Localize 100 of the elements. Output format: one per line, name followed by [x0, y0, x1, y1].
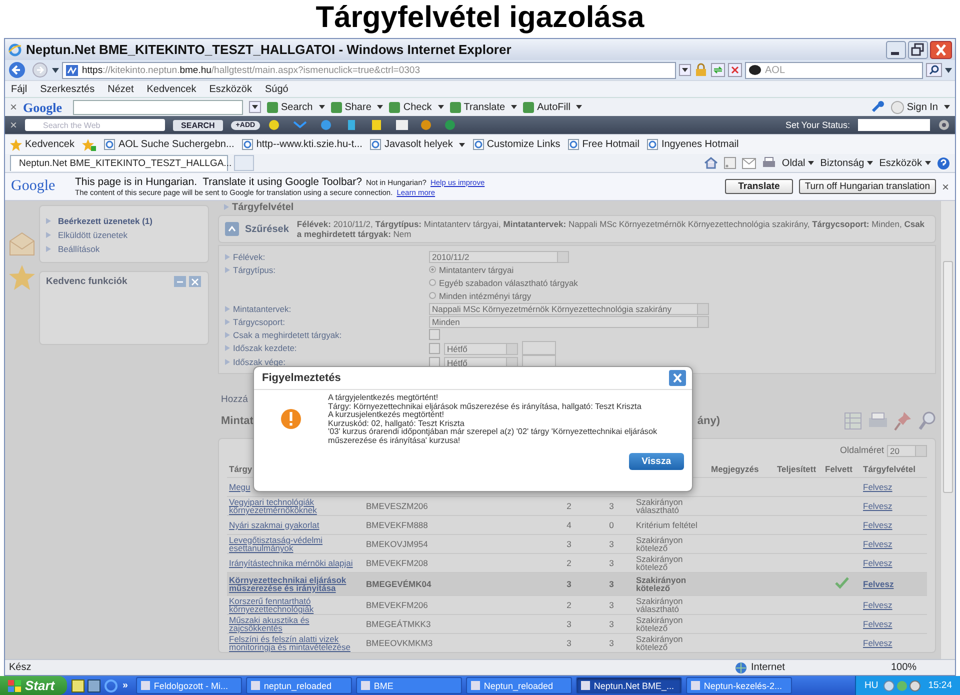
close-button[interactable]: ×: [942, 180, 949, 194]
star-icon[interactable]: [9, 265, 35, 290]
settings-icon[interactable]: [938, 119, 950, 131]
toolbar-button[interactable]: Search: [267, 102, 325, 112]
translate-button[interactable]: Translate: [725, 179, 793, 194]
taskbar-button[interactable]: Feldolgozott - Mi...: [136, 677, 242, 694]
search-icon[interactable]: [926, 63, 942, 77]
search-field[interactable]: [73, 100, 244, 114]
favorites-button[interactable]: Kedvencek: [10, 138, 74, 150]
subject-link[interactable]: Irányítástechnika mérnöki alapjai: [229, 558, 362, 568]
search-field[interactable]: Search the Web: [25, 119, 166, 131]
column-header[interactable]: Megjegyzés: [711, 464, 759, 474]
subject-link[interactable]: Vegyipari technológiák környezetmérnököknek: [229, 498, 362, 514]
caret-icon[interactable]: [945, 68, 952, 72]
command-menu[interactable]: Biztonság: [820, 158, 874, 168]
menu-item[interactable]: Eszközök: [209, 84, 252, 94]
tray-icons-drawing[interactable]: [883, 680, 924, 692]
checkbox[interactable]: [429, 329, 440, 340]
select-field[interactable]: Minden: [429, 316, 709, 328]
stop-icon[interactable]: [728, 63, 742, 77]
feed-icon[interactable]: [724, 157, 736, 169]
message-folder-link[interactable]: Beállítások: [46, 244, 202, 254]
enroll-link[interactable]: Felvesz: [863, 558, 892, 568]
column-header[interactable]: Felvett: [825, 464, 852, 474]
table-row[interactable]: Nyári szakmai gyakorlat BMEVEKFM888 4 0 Kritérium feltétel Felvesz: [227, 516, 927, 534]
start-button[interactable]: Start: [0, 676, 67, 695]
toolbar-close-icon[interactable]: ×: [10, 119, 18, 131]
subject-link[interactable]: Nyári szakmai gyakorlat: [229, 520, 362, 530]
home-icon[interactable]: [704, 157, 718, 169]
envelope-icon[interactable]: [8, 231, 36, 257]
printer-icon[interactable]: [868, 412, 888, 430]
turn-off-button[interactable]: Turn off Hungarian translation: [798, 179, 936, 194]
select-field[interactable]: 2010/11/2: [429, 251, 569, 263]
checkbox[interactable]: [429, 343, 440, 354]
column-header[interactable]: Teljesített: [777, 464, 816, 474]
filter-toggle-button[interactable]: Szűrések: [225, 222, 289, 236]
address-field[interactable]: https://kitekinto.neptun.bme.hu/hallgtestt/main.aspx?ismenuclick=true&ctrl=0303: [62, 62, 676, 78]
scrollbar[interactable]: [940, 201, 955, 659]
time-field[interactable]: [522, 341, 556, 355]
search-button[interactable]: SEARCH: [173, 120, 223, 130]
command-menu[interactable]: Oldal: [782, 158, 814, 168]
search-field[interactable]: AOL: [745, 62, 923, 78]
enroll-link[interactable]: Felvesz: [863, 578, 894, 589]
toolbar-button[interactable]: AutoFill: [523, 102, 582, 112]
menu-item[interactable]: Kedvencek: [146, 84, 196, 94]
menu-item[interactable]: Fájl: [11, 84, 28, 94]
favorite-link[interactable]: Customize Links: [472, 139, 560, 150]
favorite-link[interactable]: Free Hotmail: [568, 139, 640, 150]
add-favorite-icon[interactable]: [82, 138, 96, 150]
enroll-link[interactable]: Felvesz: [863, 500, 892, 511]
subject-link[interactable]: Korszerű fenntartható környezettechnológiák: [229, 596, 362, 614]
panel-buttons-icon[interactable]: [174, 276, 202, 287]
sign-in-button[interactable]: Sign In: [890, 100, 950, 114]
restore-button[interactable]: [908, 40, 928, 58]
close-button[interactable]: [669, 370, 686, 386]
dropdown-icon[interactable]: [249, 101, 262, 113]
refresh-icon[interactable]: [711, 63, 725, 77]
toolbar-button[interactable]: Check: [389, 102, 444, 112]
enroll-link[interactable]: Felvesz: [863, 600, 892, 610]
enroll-link[interactable]: Felvesz: [863, 520, 892, 530]
select-field[interactable]: Nappali MSc Környezetmérnök Környezettechnológia szakirány: [429, 303, 709, 315]
message-folder-link[interactable]: Beérkezett üzenetek (1): [46, 216, 202, 226]
enroll-link[interactable]: Felvesz: [863, 538, 892, 549]
radio-option[interactable]: Mintatanterv tárgyai: [429, 263, 578, 276]
taskbar-button[interactable]: BME: [356, 677, 462, 694]
menu-item[interactable]: Nézet: [108, 84, 134, 94]
favorite-link[interactable]: Ingyenes Hotmail: [647, 139, 739, 150]
taskbar-button[interactable]: Neptun_reloaded: [466, 677, 572, 694]
subject-link[interactable]: Műszaki akusztika és zajcsökkentés: [229, 616, 362, 632]
help-icon[interactable]: [937, 156, 950, 170]
menu-item[interactable]: Szerkesztés: [40, 84, 95, 94]
back-button[interactable]: Vissza: [628, 453, 684, 470]
taskbar-button[interactable]: neptun_reloaded: [246, 677, 352, 694]
add-link[interactable]: Hozzá: [221, 394, 248, 405]
favorite-link[interactable]: http--www.kti.szie.hu-t...: [242, 139, 362, 150]
favorite-link[interactable]: AOL Suche Suchergebn...: [104, 139, 234, 150]
table-row[interactable]: Felszíni és felszín alatti vizek monitoringja és mintavételezése BMEEOVKMKM3 3 3 Szakirányon kötelező Felvesz: [227, 634, 927, 652]
menu-item[interactable]: Súgó: [265, 84, 288, 94]
enroll-link[interactable]: Felvesz: [863, 638, 892, 648]
taskbar-button[interactable]: Neptun-kezelés-2...: [686, 677, 792, 694]
zoom-level[interactable]: 100%: [891, 662, 951, 673]
printer-icon[interactable]: [762, 157, 776, 169]
column-header[interactable]: Tárgy: [229, 464, 252, 474]
table-row[interactable]: Környezettechnikai eljárások műszerezése és irányítása BMEGEVÉMK04 3 3 Szakirányon kötelező Felvesz: [227, 572, 927, 596]
table-row[interactable]: Műszaki akusztika és zajcsökkentés BMEGEÁTMKK3 3 3 Szakirányon kötelező Felvesz: [227, 614, 927, 634]
table-row[interactable]: Korszerű fenntartható környezettechnológiák BMEVEKFM206 2 3 Szakirányon választható Felvesz: [227, 596, 927, 614]
table-row[interactable]: Levegőtisztaság-védelmi esettanulmányok BMEKOVJM954 3 3 Szakirányon kötelező Felvesz: [227, 534, 927, 554]
minimize-button[interactable]: [886, 40, 906, 58]
subject-link[interactable]: Felszíni és felszín alatti vizek monitoringja és mintavételezése: [229, 634, 362, 652]
mail-icon[interactable]: [742, 158, 756, 168]
caret-icon[interactable]: [52, 68, 59, 72]
command-menu[interactable]: Eszközök: [879, 158, 931, 168]
toolbar-close-icon[interactable]: ×: [10, 101, 18, 113]
more-button[interactable]: »: [122, 680, 128, 691]
favorite-link[interactable]: Javasolt helyek: [370, 139, 465, 150]
radio-option[interactable]: Minden intézményi tárgy: [429, 289, 578, 302]
subject-link[interactable]: Környezettechnikai eljárások műszerezése és irányítása: [229, 576, 362, 592]
toolbar-button[interactable]: Translate: [450, 102, 518, 112]
wrench-icon[interactable]: [870, 101, 885, 113]
quick-launch-icons-drawing[interactable]: [70, 678, 119, 692]
